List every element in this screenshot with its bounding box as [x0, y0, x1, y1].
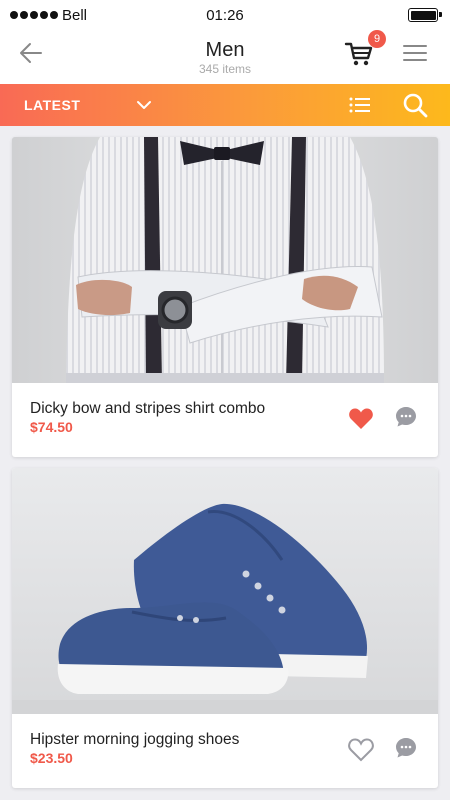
comment-icon	[396, 407, 416, 427]
comment-button[interactable]	[394, 405, 418, 429]
sort-label: LATEST	[24, 97, 81, 113]
search-button[interactable]	[402, 92, 428, 118]
status-bar: Bell 01:26	[0, 0, 450, 30]
product-name[interactable]: Hipster morning jogging shoes	[30, 731, 239, 749]
battery-icon	[408, 8, 442, 22]
chevron-down-icon	[137, 101, 151, 109]
menu-button[interactable]	[402, 42, 428, 64]
product-price: $74.50	[30, 419, 73, 435]
like-button[interactable]	[348, 407, 374, 431]
search-icon	[403, 93, 428, 118]
item-count: 345 items	[198, 62, 252, 76]
cart-count-badge: 9	[368, 30, 386, 48]
list-view-button[interactable]	[348, 94, 372, 116]
list-view-icon	[349, 97, 370, 113]
product-image-shirt[interactable]	[12, 137, 438, 383]
product-card[interactable]: Dicky bow and stripes shirt combo $74.50	[12, 137, 438, 457]
product-image-shoes[interactable]	[12, 468, 438, 714]
comment-icon	[396, 738, 416, 758]
product-info: Dicky bow and stripes shirt combo $74.50	[12, 383, 438, 457]
product-card[interactable]: Hipster morning jogging shoes $23.50	[12, 468, 438, 788]
product-info: Hipster morning jogging shoes $23.50	[12, 714, 438, 788]
heart-filled-icon	[349, 408, 373, 429]
sort-dropdown[interactable]: LATEST	[0, 84, 170, 126]
app-header: Men 345 items 9	[0, 30, 450, 84]
product-price: $23.50	[30, 750, 73, 766]
filter-toolbar: LATEST	[0, 84, 450, 126]
product-name[interactable]: Dicky bow and stripes shirt combo	[30, 400, 265, 418]
hamburger-menu-icon	[403, 45, 427, 61]
status-time: 01:26	[206, 7, 244, 24]
comment-button[interactable]	[394, 736, 418, 760]
like-button[interactable]	[348, 738, 374, 762]
heart-outline-icon	[348, 738, 374, 762]
